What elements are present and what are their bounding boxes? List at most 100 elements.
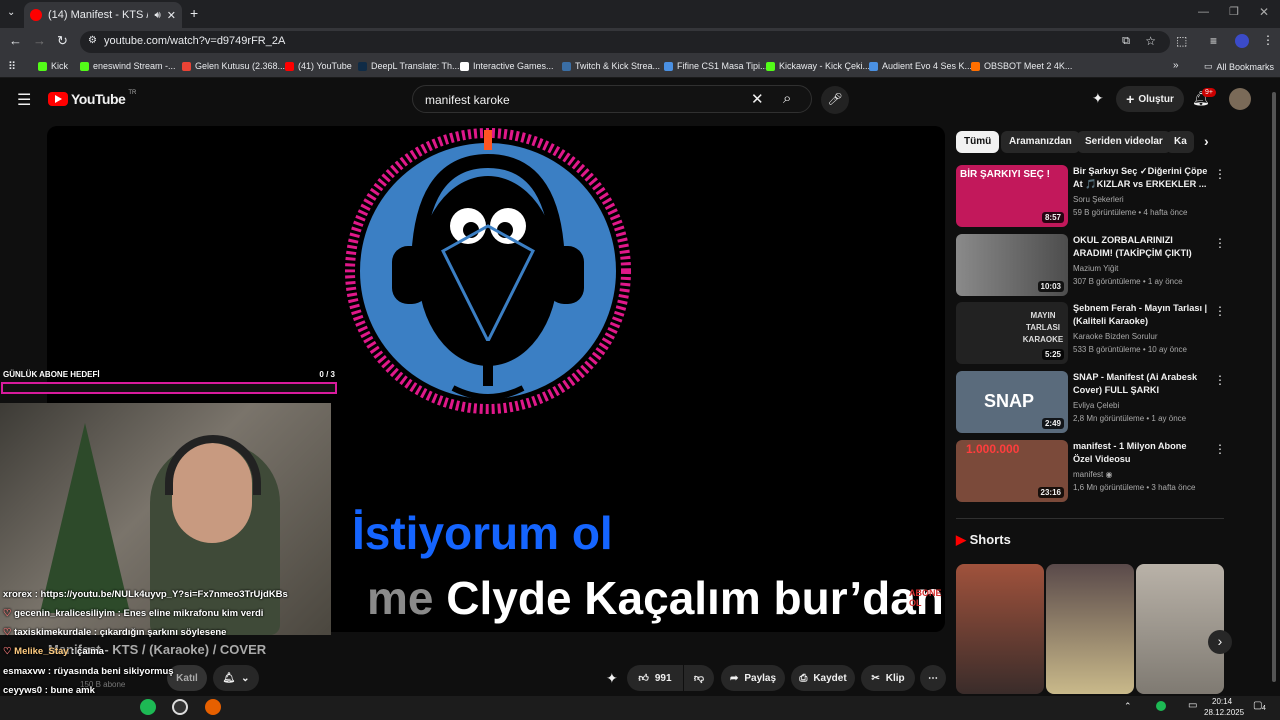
video-title[interactable]: OKUL ZORBALARINIZI ARADIM! (TAKİPÇİM ÇIK… [1073,234,1208,260]
speaker-icon[interactable]: 🔊︎ [154,10,160,21]
new-tab-icon[interactable]: + [190,5,198,21]
voice-search-icon[interactable]: 🎤︎ [821,86,849,114]
bookmark-item[interactable]: (41) YouTube [285,61,352,71]
window-close-icon[interactable]: ✕ [1259,5,1269,19]
video-title[interactable]: manifest - 1 Milyon Abone Özel Videosu [1073,440,1208,466]
chip-series[interactable]: Seriden videolar [1077,131,1171,153]
chat-message: ♡ gecenin_kralicesiliyim : Enes eline mi… [3,608,264,619]
channel-name[interactable]: Karaoke Bizden Sorulur [1073,332,1158,341]
cast-icon[interactable]: ⧉ [1122,35,1130,48]
share-icon: ➦ [729,672,739,684]
ask-ai-icon[interactable]: ✦ [606,670,618,687]
reload-icon[interactable]: ↻ [57,33,68,49]
channel-name[interactable]: manifest ◉ [1073,470,1112,479]
recommendation-item[interactable]: SNAP 2:49 SNAP - Manifest (Ai Arabesk Cov… [956,371,1256,433]
video-meta: 2,8 Mn görüntüleme • 1 ay önce [1073,414,1187,423]
save-button[interactable]: ⎙ Kaydet [791,665,855,691]
clock-date[interactable]: 28.12.2025 [1204,708,1244,717]
bookmark-item[interactable]: Gelen Kutusu (2.368... [182,61,285,71]
subscriber-goal-header: GÜNLÜK ABONE HEDEFİ 0 / 3 [3,370,337,379]
apps-icon[interactable]: ⠿ [8,60,16,73]
thumbnail[interactable]: 1.000.000 23:16 [956,440,1068,502]
restore-icon[interactable]: ❐ [1229,5,1239,18]
account-avatar[interactable] [1229,88,1251,110]
minimize-icon[interactable]: — [1198,6,1209,18]
short-item[interactable] [956,564,1044,694]
forward-icon[interactable]: → [33,33,46,48]
recommendation-item[interactable]: MAYIN TARLASI KARAOKE 5:25 Şebnem Ferah -… [956,302,1256,364]
bookmark-item[interactable]: Audient Evo 4 Ses K... [869,61,972,71]
bookmark-item[interactable]: Fifine CS1 Masa Tipi... [664,61,768,71]
bookmark-star-icon[interactable]: ☆ [1145,34,1156,48]
bookmark-item[interactable]: Kick [38,61,68,71]
hamburger-menu-icon[interactable]: ☰ [17,90,31,110]
more-actions-button[interactable]: ⋯ [920,665,946,691]
channel-name[interactable]: Mazium Yiğit [1073,264,1118,273]
ai-spark-icon[interactable]: ✦ [1092,90,1104,107]
chip-all[interactable]: Tümü [956,131,1000,153]
youtube-logo[interactable]: YouTube TR [48,90,136,107]
firefox-icon[interactable] [205,699,221,715]
media-icon[interactable]: ≡ [1210,34,1217,48]
bookmark-item[interactable]: Kickaway - Kick Çeki... [766,61,870,71]
chip-from-search[interactable]: Aramanızdan [1001,131,1080,153]
browser-tab-active[interactable]: (14) Manifest - KTS / (Karaoke) 🔊︎ ✕ [24,2,182,28]
tray-spotify-icon[interactable] [1156,701,1166,711]
more-options-icon[interactable]: ⋮ [1214,304,1226,318]
bookmark-item[interactable]: eneswind Stream -... [80,61,176,71]
recommendation-item[interactable]: BİR ŞARKIYI SEÇ ! 8:57 Bir Şarkıyı Seç ✓D… [956,165,1256,227]
thumbnail[interactable]: SNAP 2:49 [956,371,1068,433]
recommendation-item[interactable]: 1.000.000 23:16 manifest - 1 Milyon Abone… [956,440,1256,502]
more-options-icon[interactable]: ⋮ [1214,442,1226,456]
lyric-line-next: me Clyde Kaçalım bur’dan [367,571,944,625]
bookmark-item[interactable]: DeepL Translate: Th... [358,61,460,71]
bookmark-item[interactable]: Twitch & Kick Strea... [562,61,660,71]
all-bookmarks[interactable]: ▭ All Bookmarks [1204,61,1274,72]
bookmark-item[interactable]: Interactive Games... [460,61,554,71]
video-title[interactable]: Bir Şarkıyı Seç ✓Diğerini Çöpe At 🎵KIZLA… [1073,165,1208,191]
page-scrollbar[interactable] [1272,92,1276,682]
profile-avatar[interactable] [1235,34,1249,48]
like-button[interactable]: 👍︎ 991 [627,665,683,691]
create-button[interactable]: + Oluştur [1116,86,1184,112]
obs-icon[interactable] [172,699,188,715]
extensions-icon[interactable]: ⬚ [1176,34,1187,48]
more-options-icon[interactable]: ⋮ [1214,236,1226,250]
bookmark-item[interactable]: OBSBOT Meet 2 4K... [971,61,1072,71]
short-item[interactable] [1136,564,1224,694]
more-options-icon[interactable]: ⋮ [1214,167,1226,181]
channel-name[interactable]: Soru Şekerleri [1073,195,1124,204]
more-options-icon[interactable]: ⋮ [1214,373,1226,387]
notification-count: 4 [1262,705,1266,712]
channel-name[interactable]: Evliya Çelebi [1073,401,1119,410]
video-title[interactable]: SNAP - Manifest (Ai Arabesk Cover) FULL … [1073,371,1208,397]
clip-button[interactable]: ✂ Klip [861,665,915,691]
dislike-button[interactable]: 👎︎ [684,665,714,691]
thumbnail[interactable]: 10:03 [956,234,1068,296]
site-info-icon[interactable]: ⚙ [88,35,97,46]
search-icon[interactable]: ⌕ [783,90,791,107]
video-title[interactable]: Şebnem Ferah - Mayın Tarlası | (Kaliteli… [1073,302,1208,328]
spotify-icon[interactable] [140,699,156,715]
chrome-menu-icon[interactable]: ⋮ [1262,33,1274,47]
chip-partial[interactable]: Ka [1166,131,1194,153]
chips-next-icon[interactable]: › [1204,133,1209,149]
share-button[interactable]: ➦ Paylaş [721,665,785,691]
recommendation-item[interactable]: 10:03 OKUL ZORBALARINIZI ARADIM! (TAKİPÇ… [956,234,1256,296]
subscribe-bell-button[interactable]: 🔔︎ ⌄ [213,665,259,691]
url-field[interactable]: ⚙ youtube.com/watch?v=d9749rFR_2A ⧉ ☆ [80,31,1170,53]
bookmarks-overflow-icon[interactable]: » [1173,60,1179,71]
short-item[interactable] [1046,564,1134,694]
clock-time[interactable]: 20:14 [1212,697,1232,706]
thumbnail[interactable]: BİR ŞARKIYI SEÇ ! 8:57 [956,165,1068,227]
tab-search-icon[interactable]: ⌄ [7,7,15,18]
subscribe-badge[interactable]: ABONE OL [909,588,942,608]
network-icon[interactable]: ▭ [1188,700,1197,711]
search-input[interactable]: manifest karoke ✕ ⌕ [412,85,812,113]
tab-close-icon[interactable]: ✕ [167,9,176,22]
clear-search-icon[interactable]: ✕ [751,90,764,108]
tray-chevron-icon[interactable]: ⌃ [1124,701,1132,712]
back-icon[interactable]: ← [9,33,22,48]
shorts-next-icon[interactable]: › [1208,630,1232,654]
thumbnail[interactable]: MAYIN TARLASI KARAOKE 5:25 [956,302,1068,364]
